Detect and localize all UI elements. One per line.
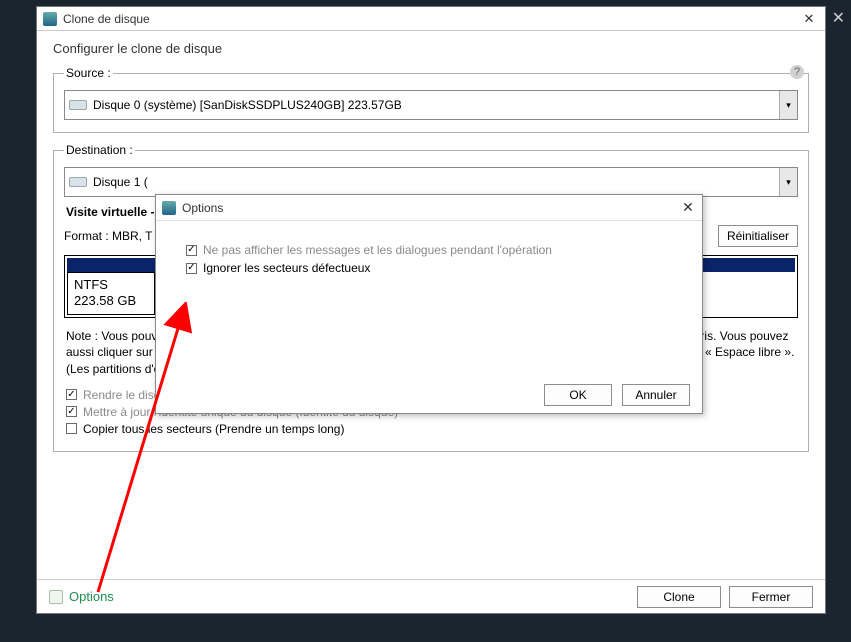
modal-titlebar: Options ✕ bbox=[156, 195, 702, 221]
checkbox-icon[interactable] bbox=[186, 245, 197, 256]
partition-cell[interactable]: NTFS 223.58 GB bbox=[67, 272, 155, 315]
options-label: Options bbox=[69, 589, 114, 604]
window-title: Clone de disque bbox=[63, 12, 799, 26]
titlebar: Clone de disque ✕ bbox=[37, 7, 825, 31]
modal-body: Ne pas afficher les messages et les dial… bbox=[156, 221, 702, 297]
app-icon bbox=[162, 201, 176, 215]
app-icon bbox=[43, 12, 57, 26]
chevron-down-icon[interactable]: ▾ bbox=[779, 168, 797, 196]
modal-opt2-row[interactable]: Ignorer les secteurs défectueux bbox=[186, 261, 672, 275]
footer: Options Clone Fermer bbox=[37, 579, 825, 613]
source-legend: Source : bbox=[64, 66, 113, 80]
options-modal: Options ✕ Ne pas afficher les messages e… bbox=[155, 194, 703, 414]
source-dropdown[interactable]: Disque 0 (système) [SanDiskSSDPLUS240GB]… bbox=[64, 90, 798, 120]
page-subtitle: Configurer le clone de disque bbox=[53, 41, 809, 56]
close-button[interactable]: Fermer bbox=[729, 586, 813, 608]
modal-opt2-label: Ignorer les secteurs défectueux bbox=[203, 261, 370, 275]
options-link[interactable]: Options bbox=[49, 589, 629, 604]
outer-close-icon[interactable]: ✕ bbox=[832, 8, 845, 28]
check-copyall-label: Copier tous les secteurs (Prendre un tem… bbox=[83, 422, 344, 436]
reset-button[interactable]: Réinitialiser bbox=[718, 225, 798, 247]
gear-icon bbox=[49, 590, 63, 604]
modal-title: Options bbox=[182, 201, 680, 215]
modal-opt1-label: Ne pas afficher les messages et les dial… bbox=[203, 243, 552, 257]
destination-value: Disque 1 ( bbox=[93, 175, 779, 189]
help-icon[interactable]: ? bbox=[790, 65, 804, 79]
checkbox-icon[interactable] bbox=[66, 423, 77, 434]
source-group: Source : Disque 0 (système) [SanDiskSSDP… bbox=[53, 66, 809, 133]
close-icon[interactable]: ✕ bbox=[799, 11, 819, 27]
checkbox-icon[interactable] bbox=[66, 389, 77, 400]
clone-button[interactable]: Clone bbox=[637, 586, 721, 608]
destination-legend: Destination : bbox=[64, 143, 135, 157]
format-text: Format : MBR, T bbox=[64, 229, 152, 243]
cancel-button[interactable]: Annuler bbox=[622, 384, 690, 406]
ok-button[interactable]: OK bbox=[544, 384, 612, 406]
modal-close-icon[interactable]: ✕ bbox=[680, 199, 696, 216]
partition-size: 223.58 GB bbox=[74, 293, 148, 309]
chevron-down-icon[interactable]: ▾ bbox=[779, 91, 797, 119]
drive-icon bbox=[69, 100, 87, 110]
checkbox-icon[interactable] bbox=[186, 263, 197, 274]
source-value: Disque 0 (système) [SanDiskSSDPLUS240GB]… bbox=[93, 98, 779, 112]
drive-icon bbox=[69, 177, 87, 187]
modal-footer: OK Annuler bbox=[156, 377, 702, 413]
modal-opt1-row[interactable]: Ne pas afficher les messages et les dial… bbox=[186, 243, 672, 257]
destination-dropdown[interactable]: Disque 1 ( ▾ bbox=[64, 167, 798, 197]
partition-fs: NTFS bbox=[74, 277, 148, 293]
check-copyall-row[interactable]: Copier tous les secteurs (Prendre un tem… bbox=[66, 422, 796, 436]
checkbox-icon[interactable] bbox=[66, 406, 77, 417]
